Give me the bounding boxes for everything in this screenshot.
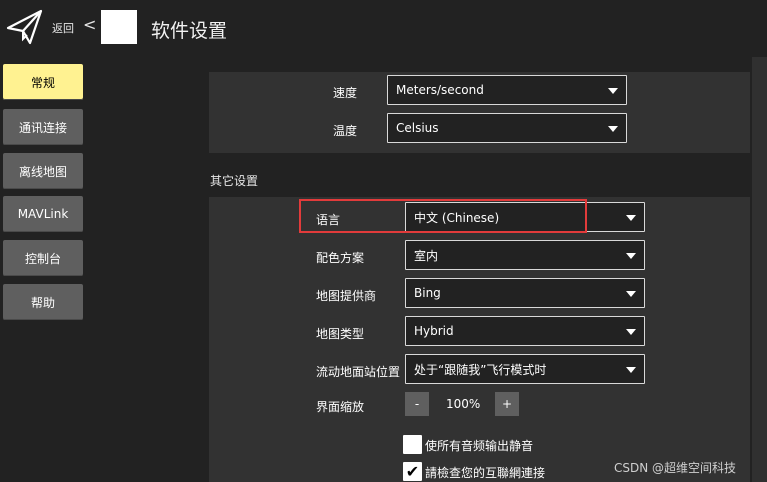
mute-audio-label: 使所有音频输出静音 [425,439,534,453]
sidebar-item-console[interactable]: 控制台 [3,240,83,276]
check-internet-label: 請檢查您的互聯網連接 [425,466,546,480]
speed-label: 速度 [333,86,358,100]
dropdown-arrow-icon [626,291,636,297]
page-title: 软件设置 [151,20,228,42]
sidebar-item-mavlink[interactable]: MAVLink [3,196,83,232]
chevron-left-icon[interactable]: < [83,15,96,34]
paper-plane-icon[interactable] [6,8,44,46]
back-button[interactable]: 返回 [52,20,74,36]
map-provider-label: 地图提供商 [316,289,377,303]
map-provider-select[interactable]: Bing [405,278,645,308]
temperature-label: 温度 [333,124,358,138]
dropdown-arrow-icon [626,253,636,259]
sidebar-item-comm-links[interactable]: 通讯连接 [3,109,83,145]
temperature-select[interactable]: Celsius [387,113,627,143]
sidebar-item-general[interactable]: 常规 [3,64,83,100]
color-scheme-label: 配色方案 [316,251,365,265]
mute-audio-checkbox[interactable] [403,435,422,454]
temperature-select-value: Celsius [396,121,439,135]
dropdown-arrow-icon [608,126,618,132]
speed-select[interactable]: Meters/second [387,75,627,105]
ui-scale-decrease-button[interactable]: - [405,392,429,416]
color-scheme-select[interactable]: 室内 [405,240,645,270]
ui-scale-label: 界面缩放 [316,400,365,414]
gcs-position-select[interactable]: 处于“跟随我”飞行模式时 [405,354,645,384]
dropdown-arrow-icon [626,367,636,373]
map-type-select[interactable]: Hybrid [405,316,645,346]
check-internet-checkbox[interactable]: ✔ [403,462,422,481]
dropdown-arrow-icon [626,329,636,335]
check-mark-icon: ✔ [405,461,420,481]
dropdown-arrow-icon [608,88,618,94]
dropdown-arrow-icon [626,215,636,221]
scrollbar-track[interactable] [752,57,767,482]
color-scheme-select-value: 室内 [414,248,439,263]
watermark-text: CSDN @超维空间科技 [614,461,737,475]
ui-scale-value: 100% [446,397,481,411]
highlight-annotation [299,199,587,233]
sidebar-item-offline-maps[interactable]: 离线地图 [3,153,83,189]
sidebar-item-help[interactable]: 帮助 [3,284,83,320]
gcs-position-label: 流动地面站位置 [316,365,401,379]
map-type-label: 地图类型 [316,327,365,341]
ui-scale-increase-button[interactable]: + [495,392,519,416]
gcs-position-select-value: 处于“跟随我”飞行模式时 [414,362,547,377]
map-provider-select-value: Bing [414,286,441,300]
header-placeholder-box [101,10,137,44]
speed-select-value: Meters/second [396,83,484,97]
map-type-select-value: Hybrid [414,324,454,338]
section-title-other-settings: 其它设置 [210,174,259,188]
